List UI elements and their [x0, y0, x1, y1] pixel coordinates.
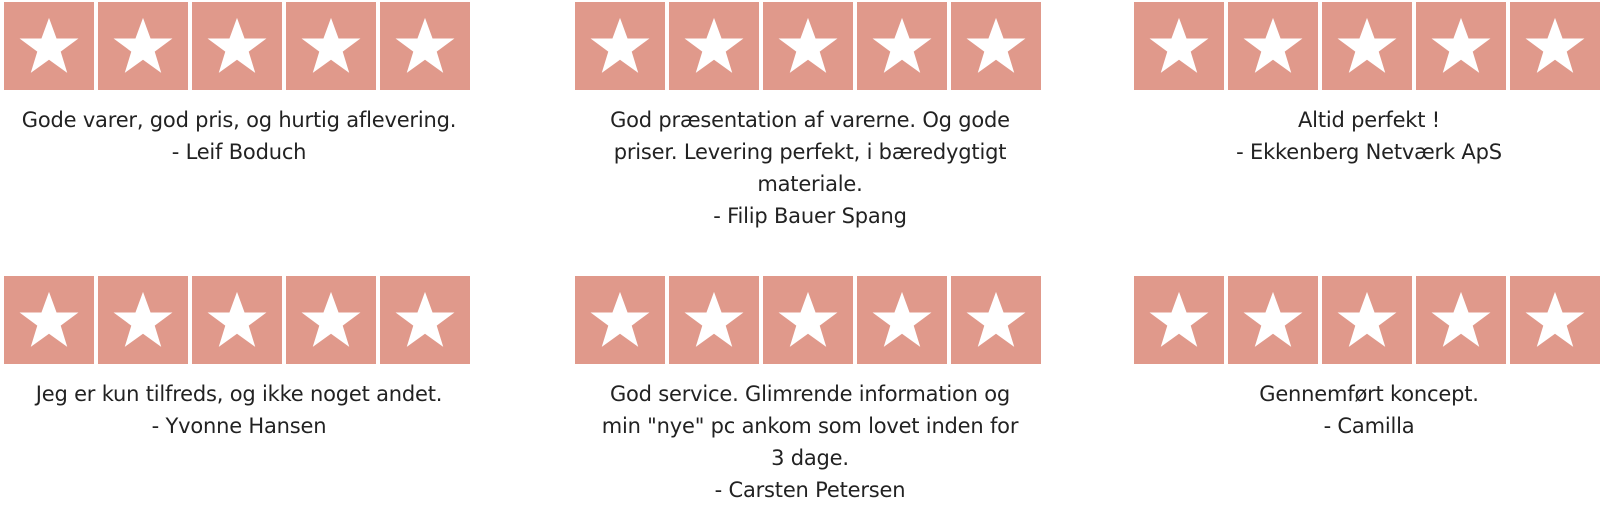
star-icon [395, 17, 455, 73]
review-author: - Carsten Petersen [714, 478, 906, 502]
star-box [1322, 276, 1412, 364]
review-quote: Gode varer, god pris, og hurtig afleveri… [21, 108, 457, 132]
review-author: - Ekkenberg Netværk ApS [1236, 140, 1502, 164]
star-icon [207, 17, 267, 73]
star-box [669, 276, 759, 364]
star-box [575, 2, 665, 90]
star-box [951, 2, 1041, 90]
star-icon [301, 291, 361, 347]
review-body: Jeg er kun tilfreds, og ikke noget andet… [4, 378, 474, 442]
star-box [951, 276, 1041, 364]
star-icon [1525, 17, 1585, 73]
review-body: Gode varer, god pris, og hurtig afleveri… [4, 104, 474, 168]
star-box [1134, 276, 1224, 364]
star-icon [1431, 17, 1491, 73]
star-rating [575, 276, 1045, 364]
review-quote: God service. Glimrende information og mi… [601, 382, 1019, 470]
star-icon [966, 17, 1026, 73]
star-box [857, 276, 947, 364]
star-icon [207, 291, 267, 347]
review-quote: Jeg er kun tilfreds, og ikke noget andet… [35, 382, 443, 406]
star-icon [684, 291, 744, 347]
star-icon [1337, 17, 1397, 73]
star-box [857, 2, 947, 90]
star-icon [113, 291, 173, 347]
star-rating [575, 2, 1045, 90]
star-icon [1149, 17, 1209, 73]
star-icon [1243, 17, 1303, 73]
star-icon [1337, 291, 1397, 347]
star-icon [872, 291, 932, 347]
review-body: God præsentation af varerne. Og gode pri… [575, 104, 1045, 232]
star-icon [19, 291, 79, 347]
review-card: Altid perfekt ! - Ekkenberg Netværk ApS [1134, 2, 1602, 168]
review-card: God service. Glimrende information og mi… [575, 276, 1045, 506]
star-box [1322, 2, 1412, 90]
star-box [286, 2, 376, 90]
star-icon [1243, 291, 1303, 347]
star-box [4, 2, 94, 90]
star-box [1510, 2, 1600, 90]
star-icon [113, 17, 173, 73]
star-icon [590, 17, 650, 73]
star-box [669, 2, 759, 90]
star-icon [684, 17, 744, 73]
star-box [1416, 2, 1506, 90]
star-rating [1134, 276, 1602, 364]
star-box [98, 2, 188, 90]
star-icon [778, 291, 838, 347]
star-icon [1431, 291, 1491, 347]
star-box [98, 276, 188, 364]
review-quote: Altid perfekt ! [1298, 108, 1440, 132]
star-box [380, 276, 470, 364]
star-box [1228, 2, 1318, 90]
star-box [763, 2, 853, 90]
star-rating [1134, 2, 1602, 90]
star-icon [301, 17, 361, 73]
review-card: Jeg er kun tilfreds, og ikke noget andet… [4, 276, 474, 442]
star-icon [1525, 291, 1585, 347]
review-author: - Yvonne Hansen [151, 414, 327, 438]
star-box [286, 276, 376, 364]
review-author: - Camilla [1323, 414, 1415, 438]
star-rating [4, 276, 474, 364]
star-icon [395, 291, 455, 347]
review-quote: God præsentation af varerne. Og gode pri… [610, 108, 1010, 196]
star-box [763, 276, 853, 364]
review-author: - Filip Bauer Spang [713, 204, 907, 228]
review-body: Altid perfekt ! - Ekkenberg Netværk ApS [1134, 104, 1602, 168]
review-card: Gode varer, god pris, og hurtig afleveri… [4, 2, 474, 168]
star-box [1228, 276, 1318, 364]
star-box [575, 276, 665, 364]
star-box [4, 276, 94, 364]
review-body: God service. Glimrende information og mi… [575, 378, 1045, 506]
star-icon [966, 291, 1026, 347]
star-box [192, 276, 282, 364]
star-icon [1149, 291, 1209, 347]
review-quote: Gennemført koncept. [1259, 382, 1479, 406]
star-box [192, 2, 282, 90]
star-box [380, 2, 470, 90]
star-icon [778, 17, 838, 73]
star-box [1510, 276, 1600, 364]
star-rating [4, 2, 474, 90]
star-box [1134, 2, 1224, 90]
review-body: Gennemført koncept. - Camilla [1134, 378, 1602, 442]
star-box [1416, 276, 1506, 364]
review-author: - Leif Boduch [171, 140, 307, 164]
star-icon [590, 291, 650, 347]
star-icon [872, 17, 932, 73]
review-card: God præsentation af varerne. Og gode pri… [575, 2, 1045, 232]
star-icon [19, 17, 79, 73]
review-card: Gennemført koncept. - Camilla [1134, 276, 1602, 442]
